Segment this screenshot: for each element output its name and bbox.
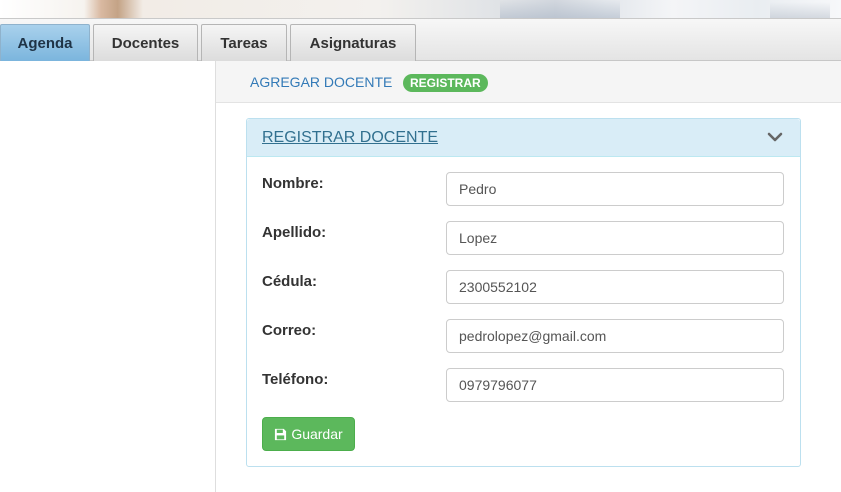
guardar-label: Guardar [291, 426, 343, 442]
sidebar [0, 61, 216, 492]
correo-label: Correo: [262, 322, 317, 339]
tab-agenda[interactable]: Agenda [0, 24, 90, 61]
cedula-field[interactable] [446, 270, 784, 304]
panel-header: REGISTRAR DOCENTE [247, 119, 800, 157]
tab-asignaturas[interactable]: Asignaturas [290, 24, 416, 61]
floppy-disk-icon [275, 428, 287, 440]
nombre-label: Nombre: [262, 175, 324, 192]
nombre-field[interactable] [446, 172, 784, 206]
header-banner-image [0, 0, 841, 18]
apellido-field[interactable] [446, 221, 784, 255]
guardar-button[interactable]: Guardar [262, 417, 355, 451]
apellido-label: Apellido: [262, 224, 327, 241]
breadcrumb-agregar-docente[interactable]: AGREGAR DOCENTE [250, 74, 392, 90]
chevron-down-icon[interactable] [767, 129, 783, 145]
cedula-label: Cédula: [262, 273, 318, 290]
telefono-label: Teléfono: [262, 371, 329, 388]
status-badge: REGISTRAR [403, 74, 488, 92]
panel-title[interactable]: REGISTRAR DOCENTE [262, 129, 438, 147]
tab-docentes[interactable]: Docentes [93, 24, 198, 61]
breadcrumb: AGREGAR DOCENTE REGISTRAR [216, 61, 841, 103]
tab-tareas[interactable]: Tareas [201, 24, 287, 61]
correo-field[interactable] [446, 319, 784, 353]
main-tab-bar: Agenda Docentes Tareas Asignaturas [0, 18, 841, 61]
register-teacher-panel: REGISTRAR DOCENTE Nombre: Apellido: Cédu… [246, 118, 801, 467]
telefono-field[interactable] [446, 368, 784, 402]
